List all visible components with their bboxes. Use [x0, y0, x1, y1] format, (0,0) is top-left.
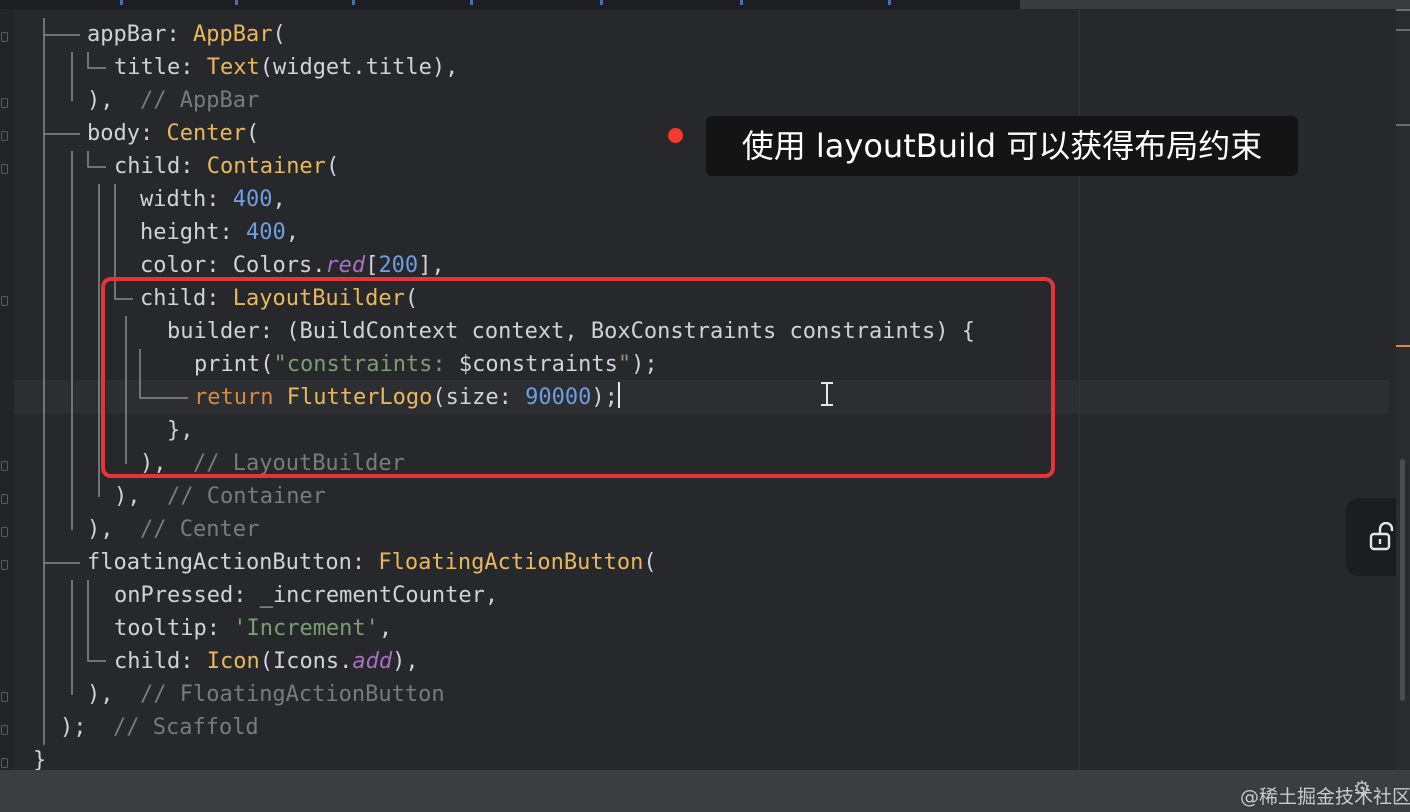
code-token: ); [60, 715, 113, 740]
code-token: AppBar [192, 22, 273, 47]
code-token: 400 [232, 187, 273, 212]
code-token: 400 [245, 220, 286, 245]
unlock-icon [1369, 522, 1394, 551]
code-token: appBar: [87, 22, 193, 47]
annotation-dot [668, 128, 683, 143]
annotation-tooltip: 使用 layoutBuild 可以获得布局约束 [706, 116, 1298, 176]
code-token: widget.title [272, 55, 432, 80]
code-line[interactable]: child: Icon(Icons.add), [114, 645, 419, 678]
code-token: ), [392, 649, 419, 674]
code-token: FloatingActionButton [378, 550, 644, 575]
code-line[interactable]: ), // FloatingActionButton [87, 678, 445, 711]
code-token: Text [206, 55, 260, 80]
code-token: 'Increment' [233, 616, 379, 641]
vertical-scrollbar[interactable] [1396, 9, 1410, 770]
scroll-marker [1396, 29, 1410, 31]
code-token: ( [245, 121, 260, 146]
code-line[interactable]: ), // Center [87, 513, 259, 546]
code-token: width: [140, 187, 233, 212]
code-line[interactable]: title: Text(widget.title), [114, 51, 458, 84]
code-token: ( [272, 22, 286, 47]
code-line[interactable]: width: 400, [140, 183, 286, 216]
code-token: color: [140, 253, 233, 278]
code-line[interactable]: height: 400, [140, 216, 299, 249]
code-line[interactable]: body: Center( [87, 117, 259, 150]
scrollbar-thumb[interactable] [1400, 459, 1405, 701]
code-token: ( [325, 154, 340, 179]
code-token: [ [365, 253, 379, 278]
code-token: // Container [166, 484, 326, 509]
code-token: ), [431, 55, 459, 80]
code-token: // AppBar [139, 88, 260, 113]
code-token: Colors. [232, 253, 326, 278]
code-token: ), [87, 88, 140, 113]
code-token: height: [140, 220, 246, 245]
watermark: @稀土掘金技术社区 [1240, 786, 1410, 808]
code-token: (Icons. [259, 649, 353, 674]
code-token: // Center [139, 517, 260, 542]
code-token: Icon [206, 649, 260, 674]
code-token: ), [87, 682, 140, 707]
status-bar [0, 770, 1410, 812]
code-token: ), [87, 517, 140, 542]
code-token: // FloatingActionButton [139, 682, 445, 707]
code-token: 200 [378, 253, 419, 278]
code-line[interactable]: ); // Scaffold [60, 711, 259, 744]
code-line[interactable]: tooltip: 'Increment', [114, 612, 392, 645]
code-token: onPressed: _incrementCounter, [114, 583, 499, 608]
code-token: ( [259, 55, 273, 80]
code-token: tooltip: [114, 616, 234, 641]
code-token: Container [206, 154, 326, 179]
code-token: child: [114, 154, 207, 179]
scroll-marker [1396, 9, 1410, 11]
text-cursor-icon [821, 382, 833, 406]
highlight-box-layoutbuilder [101, 277, 1055, 478]
code-line[interactable]: ), // Container [114, 480, 326, 513]
code-line[interactable]: appBar: AppBar( [87, 18, 286, 51]
code-token: , [272, 187, 286, 212]
code-token: ], [418, 253, 445, 278]
code-token: add [352, 649, 393, 674]
scroll-marker [1396, 124, 1410, 126]
code-token: floatingActionButton: [87, 550, 379, 575]
code-token: title: [114, 55, 207, 80]
code-token: , [285, 220, 299, 245]
code-token: ( [643, 550, 657, 575]
code-token: ), [114, 484, 167, 509]
scroll-marker [1396, 345, 1410, 347]
code-token: // Scaffold [112, 715, 259, 740]
code-line[interactable]: child: Container( [114, 150, 339, 183]
code-token: body: [87, 121, 167, 146]
code-token: child: [114, 649, 207, 674]
code-line[interactable]: onPressed: _incrementCounter, [114, 579, 498, 612]
code-token: Center [166, 121, 246, 146]
code-token: , [378, 616, 393, 641]
code-token: red [325, 253, 366, 278]
code-line[interactable]: ), // AppBar [87, 84, 259, 117]
code-line[interactable]: floatingActionButton: FloatingActionButt… [87, 546, 657, 579]
